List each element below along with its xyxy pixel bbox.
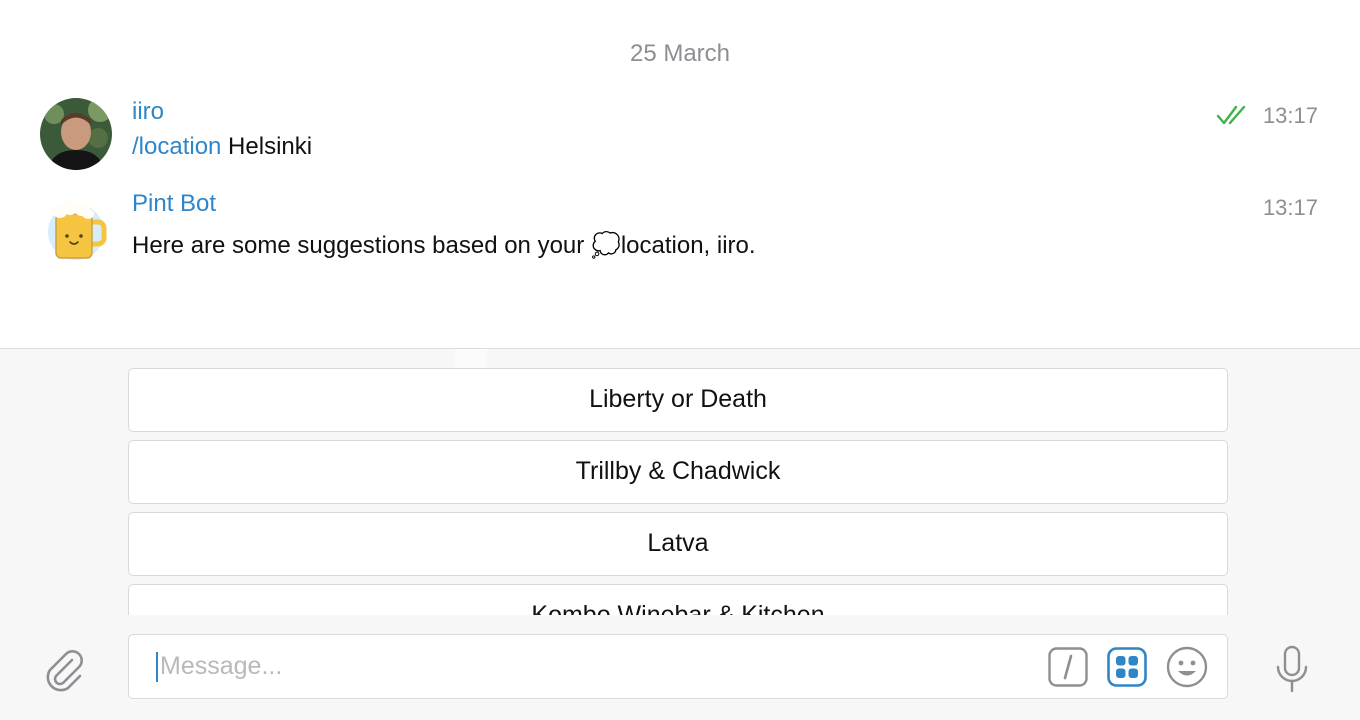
text-caret: [156, 652, 158, 682]
slash-command-icon[interactable]: [1048, 647, 1088, 692]
bot-command-link[interactable]: /location: [132, 133, 221, 160]
sender-name[interactable]: Pint Bot: [132, 190, 216, 218]
message-input[interactable]: Message...: [128, 634, 1228, 699]
bot-keyboard-icon[interactable]: [1107, 647, 1147, 692]
sender-name[interactable]: iiro: [132, 98, 164, 126]
message-time: 13:17: [1262, 103, 1318, 128]
date-separator: 25 March: [629, 40, 731, 67]
composer-bar: Message...: [0, 615, 1360, 720]
message-time: 13:17: [1262, 195, 1318, 220]
microphone-icon[interactable]: [1274, 645, 1310, 700]
message-text: /location Helsinki: [132, 133, 312, 161]
bot-reply-keyboard[interactable]: Liberty or Death Trillby & Chadwick Latv…: [0, 349, 1360, 615]
double-check-icon: [1216, 104, 1248, 131]
thought-balloon-emoji: 💭: [590, 232, 621, 259]
message-text: Here are some suggestions based on your …: [132, 232, 756, 259]
keyboard-button-liberty-or-death[interactable]: Liberty or Death: [128, 368, 1228, 432]
keyboard-button-latva[interactable]: Latva: [128, 512, 1228, 576]
chat-history: 25 March iiro /location Helsinki 13:17 P…: [0, 0, 1360, 348]
message-text-content: Helsinki: [221, 133, 313, 160]
emoji-icon[interactable]: [1166, 646, 1208, 693]
paperclip-icon[interactable]: [42, 648, 86, 697]
keyboard-button-kombo[interactable]: Kombo Winebar & Kitchen: [128, 584, 1228, 615]
message-placeholder: Message...: [160, 652, 283, 680]
keyboard-button-trillby-chadwick[interactable]: Trillby & Chadwick: [128, 440, 1228, 504]
avatar-iiro[interactable]: [40, 98, 112, 170]
avatar-pint-bot[interactable]: [40, 192, 112, 264]
